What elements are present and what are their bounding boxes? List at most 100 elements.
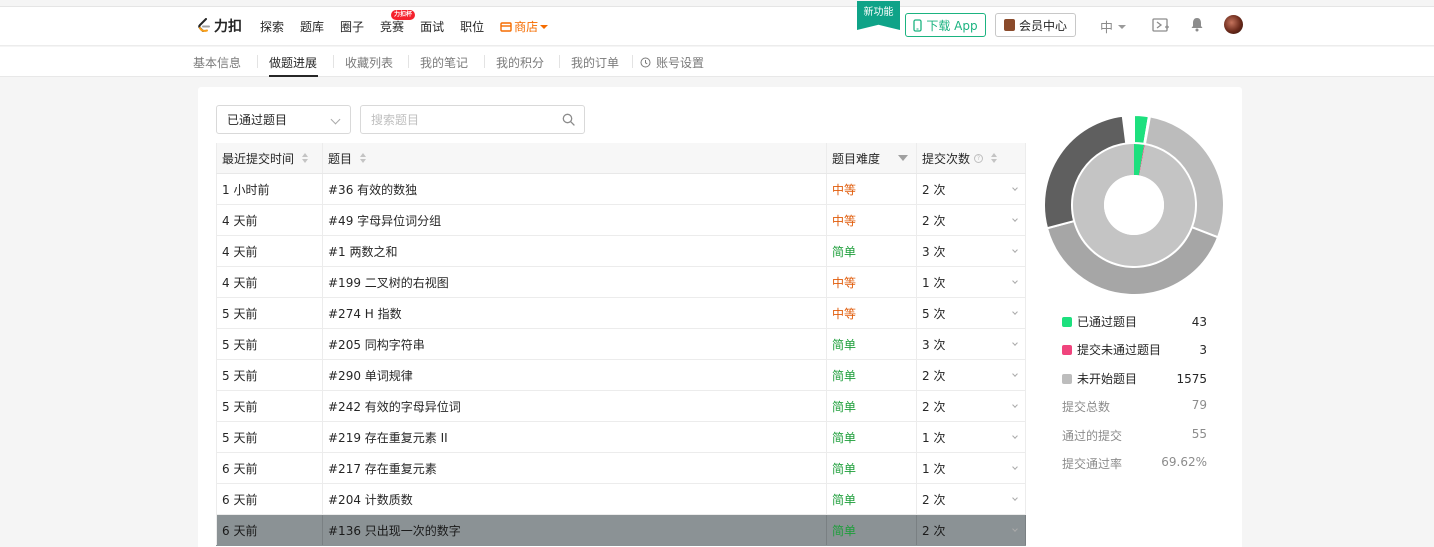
tab-notes[interactable]: 我的笔记 bbox=[420, 54, 468, 71]
cell-submit-count[interactable]: 1 次 bbox=[917, 422, 1026, 452]
tab-favorites[interactable]: 收藏列表 bbox=[345, 54, 393, 71]
nav-interview[interactable]: 面试 bbox=[420, 18, 444, 35]
problem-title-link[interactable]: #205 同构字符串 bbox=[328, 336, 425, 353]
problem-title-link[interactable]: #274 H 指数 bbox=[328, 305, 402, 322]
cell-submit-count[interactable]: 1 次 bbox=[917, 267, 1026, 297]
cell-title: #36 有效的数独 bbox=[323, 174, 827, 204]
cell-submit-count[interactable]: 5 次 bbox=[917, 298, 1026, 328]
tab-progress[interactable]: 做题进展 bbox=[269, 54, 317, 71]
submit-count: 2 次 bbox=[922, 523, 946, 538]
search-input[interactable] bbox=[360, 105, 585, 134]
tab-divider bbox=[632, 55, 633, 68]
difficulty-label: 中等 bbox=[832, 213, 857, 228]
chevron-down-icon[interactable] bbox=[1012, 433, 1018, 439]
tab-points[interactable]: 我的积分 bbox=[496, 54, 544, 71]
table-row[interactable]: 5 天前 #219 存在重复元素 II 简单 1 次 bbox=[216, 422, 1026, 453]
nav-store-label: 商店 bbox=[514, 20, 539, 34]
tab-account-settings[interactable]: 账号设置 bbox=[640, 54, 704, 71]
table-row[interactable]: 4 天前 #1 两数之和 简单 3 次 bbox=[216, 236, 1026, 267]
filter-icon[interactable] bbox=[898, 155, 908, 161]
nav-contest[interactable]: 竞赛 力扣杯 bbox=[380, 10, 416, 35]
header-submit-count[interactable]: 提交次数 ? bbox=[917, 143, 1026, 173]
table-row[interactable]: 5 天前 #205 同构字符串 简单 3 次 bbox=[216, 329, 1026, 360]
cell-submit-count[interactable]: 2 次 bbox=[917, 391, 1026, 421]
problem-title-link[interactable]: #49 字母异位词分组 bbox=[328, 212, 441, 229]
chevron-down-icon[interactable] bbox=[1012, 464, 1018, 470]
nav-explore[interactable]: 探索 bbox=[260, 18, 284, 35]
tab-orders[interactable]: 我的订单 bbox=[571, 54, 619, 71]
sort-icon[interactable] bbox=[991, 153, 998, 163]
cell-title: #49 字母异位词分组 bbox=[323, 205, 827, 235]
sort-icon[interactable] bbox=[302, 153, 309, 163]
table-row[interactable]: 6 天前 #217 存在重复元素 简单 1 次 bbox=[216, 453, 1026, 484]
cell-submit-count[interactable]: 2 次 bbox=[917, 360, 1026, 390]
chevron-down-icon[interactable] bbox=[1012, 216, 1018, 222]
status-filter-select[interactable]: 已通过题目 bbox=[216, 105, 351, 134]
cell-title: #274 H 指数 bbox=[323, 298, 827, 328]
cell-submit-count[interactable]: 3 次 bbox=[917, 236, 1026, 266]
table-row[interactable]: 5 天前 #290 单词规律 简单 2 次 bbox=[216, 360, 1026, 391]
problem-title-link[interactable]: #290 单词规律 bbox=[328, 367, 413, 384]
chevron-down-icon[interactable] bbox=[1012, 402, 1018, 408]
chevron-down-icon[interactable] bbox=[1012, 495, 1018, 501]
new-feature-ribbon[interactable]: 新功能 bbox=[857, 1, 900, 30]
table-row[interactable]: 5 天前 #242 有效的字母异位词 简单 2 次 bbox=[216, 391, 1026, 422]
cell-submit-time: 5 天前 bbox=[216, 298, 323, 328]
header-title[interactable]: 题目 bbox=[323, 143, 827, 173]
cell-submit-count[interactable]: 1 次 bbox=[917, 453, 1026, 483]
table-row[interactable]: 4 天前 #199 二叉树的右视图 中等 1 次 bbox=[216, 267, 1026, 298]
cell-submit-count[interactable]: 2 次 bbox=[917, 515, 1026, 545]
submit-count: 2 次 bbox=[922, 182, 946, 197]
nav-problems[interactable]: 题库 bbox=[300, 18, 324, 35]
vip-center-button[interactable]: 会员中心 bbox=[995, 13, 1076, 37]
nav-jobs[interactable]: 职位 bbox=[460, 18, 484, 35]
bell-icon[interactable] bbox=[1190, 17, 1204, 32]
tab-basic-info[interactable]: 基本信息 bbox=[193, 54, 241, 71]
cell-submit-count[interactable]: 3 次 bbox=[917, 329, 1026, 359]
playground-icon[interactable] bbox=[1152, 18, 1170, 32]
table-row[interactable]: 4 天前 #49 字母异位词分组 中等 2 次 bbox=[216, 205, 1026, 236]
chevron-down-icon[interactable] bbox=[1012, 309, 1018, 315]
chevron-down-icon[interactable] bbox=[1012, 340, 1018, 346]
help-icon[interactable]: ? bbox=[974, 153, 984, 163]
download-app-button[interactable]: 下载 App bbox=[905, 13, 986, 37]
chevron-down-icon[interactable] bbox=[1012, 526, 1018, 532]
sort-icon[interactable] bbox=[360, 153, 367, 163]
nav-store[interactable]: 商店 bbox=[500, 18, 549, 35]
chevron-down-icon[interactable] bbox=[1012, 371, 1018, 377]
chevron-down-icon[interactable] bbox=[1012, 278, 1018, 284]
brand-logo[interactable]: 力扣 bbox=[197, 16, 242, 36]
cell-submit-count[interactable]: 2 次 bbox=[917, 484, 1026, 514]
cell-submit-count[interactable]: 2 次 bbox=[917, 174, 1026, 204]
language-switch[interactable]: 中 bbox=[1100, 17, 1127, 36]
cell-submit-time: 5 天前 bbox=[216, 391, 323, 421]
problem-title-link[interactable]: #1 两数之和 bbox=[328, 243, 398, 260]
header-last-submit[interactable]: 最近提交时间 bbox=[216, 143, 323, 173]
problem-title-link[interactable]: #219 存在重复元素 II bbox=[328, 429, 448, 446]
legend-color-swatch bbox=[1062, 373, 1072, 384]
problem-title-link[interactable]: #199 二叉树的右视图 bbox=[328, 274, 449, 291]
problem-title-link[interactable]: #36 有效的数独 bbox=[328, 181, 417, 198]
submit-count: 3 次 bbox=[922, 244, 946, 259]
submit-count: 2 次 bbox=[922, 368, 946, 383]
search-icon[interactable] bbox=[562, 113, 575, 126]
avatar[interactable] bbox=[1224, 15, 1243, 34]
submit-time: 5 天前 bbox=[222, 306, 258, 321]
chevron-down-icon[interactable] bbox=[1012, 247, 1018, 253]
submit-count: 1 次 bbox=[922, 430, 946, 445]
problem-title-link[interactable]: #242 有效的字母异位词 bbox=[328, 398, 461, 415]
table-row[interactable]: 5 天前 #274 H 指数 中等 5 次 bbox=[216, 298, 1026, 329]
table-row[interactable]: 6 天前 #136 只出现一次的数字 简单 2 次 bbox=[216, 515, 1026, 546]
table-row[interactable]: 1 小时前 #36 有效的数独 中等 2 次 bbox=[216, 174, 1026, 205]
stat-value: 55 bbox=[1191, 427, 1207, 441]
problem-title-link[interactable]: #217 存在重复元素 bbox=[328, 460, 437, 477]
problem-title-link[interactable]: #204 计数质数 bbox=[328, 491, 413, 508]
submit-time: 5 天前 bbox=[222, 399, 258, 414]
chevron-down-icon[interactable] bbox=[1012, 185, 1018, 191]
cell-difficulty: 中等 bbox=[827, 298, 917, 328]
nav-circle[interactable]: 圈子 bbox=[340, 18, 364, 35]
problem-title-link[interactable]: #136 只出现一次的数字 bbox=[328, 522, 461, 539]
header-difficulty[interactable]: 题目难度 bbox=[827, 143, 917, 173]
cell-submit-count[interactable]: 2 次 bbox=[917, 205, 1026, 235]
table-row[interactable]: 6 天前 #204 计数质数 简单 2 次 bbox=[216, 484, 1026, 515]
